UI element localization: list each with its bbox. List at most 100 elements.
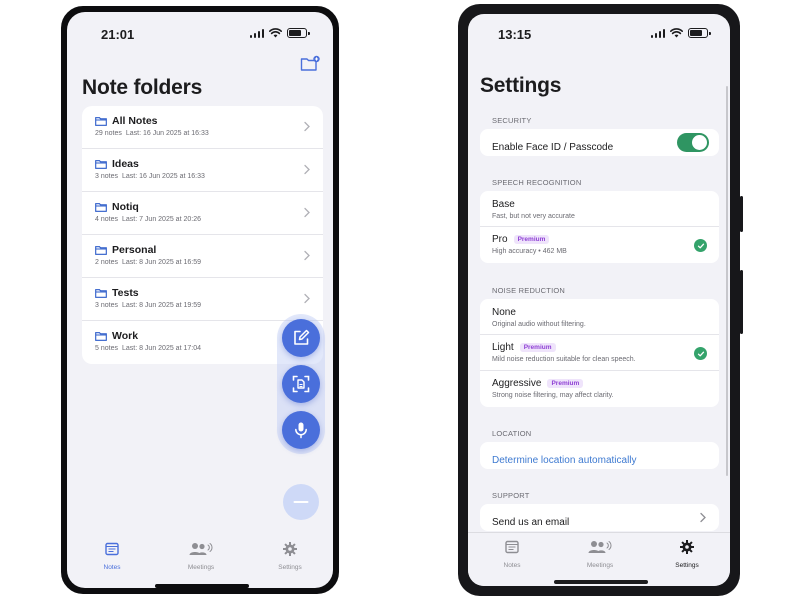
microphone-icon — [295, 422, 307, 439]
side-button — [740, 196, 743, 232]
tab-label: Settings — [278, 564, 302, 571]
cellular-signal-icon — [249, 28, 264, 38]
settings-screen: 13:15 Settings SECURITY Enable Face ID /… — [468, 14, 730, 586]
home-indicator — [554, 580, 648, 584]
status-bar: 21:01 — [67, 12, 333, 50]
chevron-right-icon — [304, 250, 310, 261]
location-group: Determine location automatically — [480, 442, 719, 469]
folder-icon — [95, 331, 107, 341]
option-title: None — [492, 307, 516, 318]
folder-count: 4 notes — [95, 216, 118, 223]
send-email-label: Send us an email — [492, 517, 570, 528]
section-header-speech: SPEECH RECOGNITION — [492, 178, 582, 187]
new-folder-button[interactable] — [300, 55, 320, 73]
side-button — [740, 270, 743, 334]
note-folders-screen: 21:01 Note folders All Notes 29 notes La… — [67, 12, 333, 588]
folder-last-modified: Last: 8 Jun 2025 at 17:04 — [121, 345, 201, 352]
face-id-toggle[interactable] — [677, 133, 709, 152]
folder-icon — [95, 245, 107, 255]
speech-option-pro[interactable]: Pro Premium High accuracy • 462 MB — [480, 227, 719, 263]
folder-icon — [95, 159, 107, 169]
folder-name: Personal — [112, 244, 157, 256]
premium-badge: Premium — [519, 343, 556, 352]
auto-location-link[interactable]: Determine location automatically — [492, 455, 637, 466]
option-description: Strong noise filtering, may affect clari… — [492, 392, 614, 399]
tab-meetings[interactable]: Meetings — [171, 542, 231, 571]
wifi-icon — [269, 28, 282, 38]
tab-meetings[interactable]: Meetings — [570, 540, 630, 569]
folder-count: 29 notes — [95, 130, 122, 137]
support-group: Send us an email — [480, 504, 719, 531]
noise-option-aggressive[interactable]: Aggressive Premium Strong noise filterin… — [480, 371, 719, 407]
folder-row-all-notes[interactable]: All Notes 29 notes Last: 16 Jun 2025 at 1… — [82, 106, 323, 149]
option-title: Light — [492, 342, 514, 353]
chevron-right-icon — [304, 121, 310, 132]
chevron-right-icon — [304, 164, 310, 175]
section-header-support: SUPPORT — [492, 491, 530, 500]
chevron-right-icon — [700, 512, 706, 523]
scan-document-button[interactable] — [282, 365, 320, 403]
tab-label: Settings — [675, 562, 699, 569]
option-title: Pro — [492, 234, 508, 245]
noise-option-none[interactable]: None Original audio without filtering. — [480, 299, 719, 335]
folder-icon — [95, 202, 107, 212]
folder-icon — [95, 288, 107, 298]
chevron-right-icon — [304, 293, 310, 304]
folder-name: All Notes — [112, 115, 158, 127]
wifi-icon — [670, 28, 683, 38]
collapse-actions-button[interactable] — [283, 484, 319, 520]
noise-reduction-group: None Original audio without filtering. L… — [480, 299, 719, 407]
notes-icon — [505, 540, 519, 554]
folder-count: 3 notes — [95, 173, 118, 180]
status-time: 21:01 — [101, 27, 135, 42]
folder-row-ideas[interactable]: Ideas 3 notes Last: 16 Jun 2025 at 16:33 — [82, 149, 323, 192]
scrollbar[interactable] — [725, 86, 728, 476]
folder-name: Notiq — [112, 201, 139, 213]
tab-settings[interactable]: Settings — [657, 540, 717, 569]
tab-label: Notes — [103, 564, 121, 571]
notes-icon — [105, 542, 119, 556]
folder-plus-icon — [300, 55, 320, 71]
premium-badge: Premium — [547, 379, 584, 388]
auto-location-row[interactable]: Determine location automatically — [480, 442, 719, 469]
tab-notes[interactable]: Notes — [482, 540, 542, 569]
status-time: 13:15 — [498, 27, 532, 42]
folder-row-tests[interactable]: Tests 3 notes Last: 8 Jun 2025 at 19:59 — [82, 278, 323, 321]
page-title: Note folders — [82, 76, 203, 99]
folder-row-personal[interactable]: Personal 2 notes Last: 8 Jun 2025 at 16:5… — [82, 235, 323, 278]
folder-last-modified: Last: 7 Jun 2025 at 20:26 — [121, 216, 201, 223]
section-header-location: LOCATION — [492, 429, 532, 438]
send-email-row[interactable]: Send us an email — [480, 504, 719, 531]
cellular-signal-icon — [650, 28, 665, 38]
speech-recognition-group: Base Fast, but not very accurate Pro Pre… — [480, 191, 719, 263]
folder-count: 3 notes — [95, 302, 118, 309]
meetings-icon — [588, 541, 612, 553]
record-audio-button[interactable] — [282, 411, 320, 449]
speech-option-base[interactable]: Base Fast, but not very accurate — [480, 191, 719, 227]
meetings-icon — [189, 543, 213, 555]
folder-row-notiq[interactable]: Notiq 4 notes Last: 7 Jun 2025 at 20:26 — [82, 192, 323, 235]
tab-notes[interactable]: Notes — [82, 542, 142, 571]
noise-option-light[interactable]: Light Premium Mild noise reduction suita… — [480, 335, 719, 371]
battery-icon — [688, 28, 711, 38]
face-id-label: Enable Face ID / Passcode — [492, 142, 614, 153]
folder-count: 2 notes — [95, 259, 118, 266]
minus-icon — [293, 501, 309, 503]
tab-bar: Notes Meetings Settings — [67, 542, 333, 588]
tab-label: Meetings — [187, 564, 215, 571]
tab-label: Notes — [503, 562, 521, 569]
new-note-button[interactable] — [282, 319, 320, 357]
checkmark-icon — [694, 239, 707, 252]
option-title: Aggressive — [492, 378, 542, 389]
folder-icon — [95, 116, 107, 126]
quick-actions-panel — [277, 314, 325, 454]
status-bar: 13:15 — [468, 14, 730, 52]
tab-settings[interactable]: Settings — [260, 542, 320, 571]
security-group: Enable Face ID / Passcode — [480, 129, 719, 156]
chevron-right-icon — [304, 207, 310, 218]
tab-bar: Notes Meetings Settings — [468, 532, 730, 586]
option-title: Base — [492, 199, 515, 210]
right-phone-frame: 13:15 Settings SECURITY Enable Face ID /… — [458, 4, 743, 596]
left-phone-frame: 21:01 Note folders All Notes 29 notes La… — [61, 6, 339, 594]
premium-badge: Premium — [513, 235, 550, 244]
